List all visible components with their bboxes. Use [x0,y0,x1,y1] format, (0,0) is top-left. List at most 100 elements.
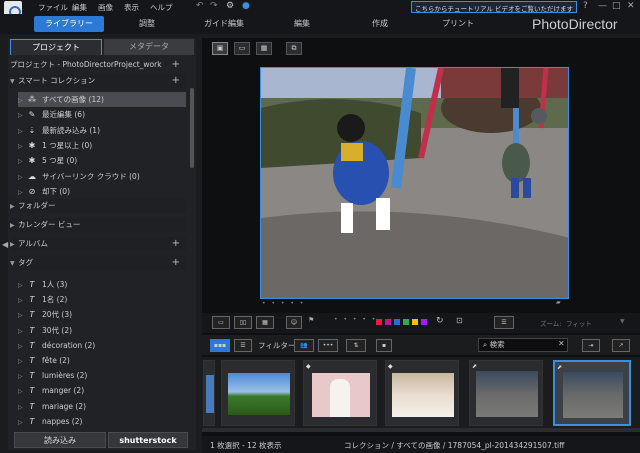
redo-icon[interactable]: ↷ [210,1,218,11]
tab-project[interactable]: プロジェクト [10,39,102,55]
layout-compare-icon[interactable]: ▯▯ [234,316,252,329]
thumbnail-landscape[interactable] [221,360,295,426]
export-icon[interactable]: ⇥ [582,339,600,352]
tag-label: 20代 (3) [42,310,73,320]
tab-adjust[interactable]: 調整 [120,16,174,32]
filmstrip-view-icon[interactable]: ▪▪▪ [210,339,230,352]
filmstrip-scrollbar[interactable] [202,428,640,432]
tab-print[interactable]: プリント [436,16,480,32]
photo-flag-icon[interactable]: ▰ [556,299,561,306]
color-label-swatch[interactable] [385,319,391,325]
tag-item[interactable]: ▷ Tnappes (2) [18,414,186,429]
thumbnail-playground-selected[interactable]: ⬈ [553,360,631,426]
filter-people-icon[interactable]: 👥 [294,339,314,352]
tab-guided-edit[interactable]: ガイド編集 [192,16,256,32]
tag-item[interactable]: ▷ Tmanger (2) [18,383,186,398]
sort-menu-icon[interactable]: ☰ [494,316,514,329]
view-grid-icon[interactable]: ▦ [256,42,272,55]
tag-item[interactable]: ▷ T 1人 (3) [18,277,186,292]
crop-icon[interactable]: ⊡ [456,316,463,325]
menu-view[interactable]: 表示 [124,2,139,13]
menu-image[interactable]: 画像 [98,2,113,13]
tag-item[interactable]: ▷ T 20代 (3) [18,307,186,322]
flag-toggle-icon[interactable]: ⚑ [308,316,314,324]
share-icon[interactable]: ↗ [612,339,630,352]
stack-icon[interactable]: ▪ [376,339,392,352]
view-grid-single-icon[interactable]: ▣ [212,42,228,55]
tab-create[interactable]: 作成 [358,16,402,32]
thumbnail-bride[interactable]: ◆ [303,360,377,426]
smart-collection-item[interactable]: ▷ ⊘ 却下 (0) [18,184,186,199]
tag-header[interactable]: ▼ タグ + [10,256,186,270]
add-smart-collection-icon[interactable]: + [172,74,180,88]
smart-collection-item[interactable]: ▷ ✎ 最近編集 (6) [18,107,186,122]
menu-help[interactable]: ヘルプ [150,2,173,13]
tag-label: 30代 (2) [42,325,73,335]
tag-item[interactable]: ▷ Tmariage (2) [18,399,186,414]
menu-edit[interactable]: 編集 [72,2,87,13]
calendar-view-header[interactable]: ▶ カレンダー ビュー [10,218,186,232]
menu-file[interactable]: ファイル [38,2,68,13]
thumbnail-table[interactable]: ◆ [385,360,459,426]
smart-collection-header[interactable]: ▼ スマート コレクション + [10,74,186,88]
main-photo[interactable] [260,67,569,299]
tag-item[interactable]: ▷ T 30代 (2) [18,323,186,338]
smart-collection-label: サイバーリンク クラウド (0) [42,171,140,181]
expand-triangle-icon: ▷ [18,173,23,181]
color-label-swatch[interactable] [412,319,418,325]
rating-dots-icon[interactable]: • • • • • [334,316,377,323]
undo-icon[interactable]: ↶ [196,1,204,11]
smart-collection-item[interactable]: ▷ ✱ 1 つ星以上 (0) [18,138,186,153]
add-project-icon[interactable]: + [172,58,180,72]
project-row[interactable]: プロジェクト - PhotoDirectorProject_work + [10,58,186,72]
zoom-dropdown-icon[interactable]: ▼ [620,318,625,325]
compare-view-icon[interactable]: ⧉ [286,42,302,55]
settings-gear-icon[interactable]: ⚙ [226,1,234,11]
list-view-icon[interactable]: ☰ [234,339,252,352]
layout-single-icon[interactable]: ▭ [212,316,230,329]
color-label-swatch[interactable] [421,319,427,325]
smart-collection-item[interactable]: ▷ ⇣ 最新読み込み (1) [18,123,186,138]
color-label-swatch[interactable] [403,319,409,325]
shutterstock-button[interactable]: shutterstock [108,432,188,448]
account-icon[interactable]: ● [242,1,250,11]
add-album-icon[interactable]: + [172,237,180,251]
face-tag-icon[interactable]: ☺ [286,316,302,329]
add-tag-icon[interactable]: + [172,256,180,270]
tab-edit[interactable]: 編集 [280,16,324,32]
tutorial-notice[interactable]: こちらからチュートリアル ビデオをご覧いただけます [411,1,577,13]
rotate-icon[interactable]: ↻ [436,316,444,326]
smart-collection-item[interactable]: ▷ ⁂ すべての画像 (12) [18,92,186,107]
tag-item[interactable]: ▷ Tlumières (2) [18,368,186,383]
thumbnail-partial[interactable] [203,360,215,426]
minimize-icon[interactable]: — [598,1,607,11]
close-icon[interactable]: ✕ [627,1,635,11]
collapse-panel-arrow-icon[interactable]: ◀ [2,240,8,249]
smart-collection-item[interactable]: ▷ ☁ サイバーリンク クラウド (0) [18,169,186,184]
smart-collection-label: 最新読み込み (1) [42,125,101,135]
help-icon[interactable]: ? [583,1,588,11]
smart-collection-item[interactable]: ▷ ✱ 5 つ星 (0) [18,153,186,168]
clear-search-icon[interactable]: ✕ [558,339,565,348]
tag-icon: T [29,386,35,396]
thumbnail-playground-1[interactable]: ⬈ [469,360,543,426]
filter-more-icon[interactable]: ••• [318,339,338,352]
view-single-icon[interactable]: ▭ [234,42,250,55]
zoom-fit-value[interactable]: フィット [566,318,592,328]
import-button[interactable]: 読み込み [14,432,106,448]
tag-icon: T [29,356,35,365]
sort-order-icon[interactable]: ⇅ [346,339,366,352]
left-panel-scrollbar[interactable] [190,88,194,168]
tag-item[interactable]: ▷ Tdécoration (2) [18,338,186,353]
color-label-swatch[interactable] [376,319,382,325]
maximize-icon[interactable]: □ [612,1,621,11]
layout-grid-icon[interactable]: ▦ [256,316,274,329]
tab-metadata[interactable]: メタデータ [104,39,194,55]
search-input[interactable]: ⌕ 検索 [478,338,568,352]
folder-header[interactable]: ▶ フォルダー [10,199,186,213]
tag-item[interactable]: ▷ Tfête (2) [18,353,186,368]
album-header[interactable]: ▶ アルバム + [10,237,186,251]
tab-library[interactable]: ライブラリー [34,16,104,32]
tag-item[interactable]: ▷ T 1名 (2) [18,292,186,307]
color-label-swatch[interactable] [394,319,400,325]
